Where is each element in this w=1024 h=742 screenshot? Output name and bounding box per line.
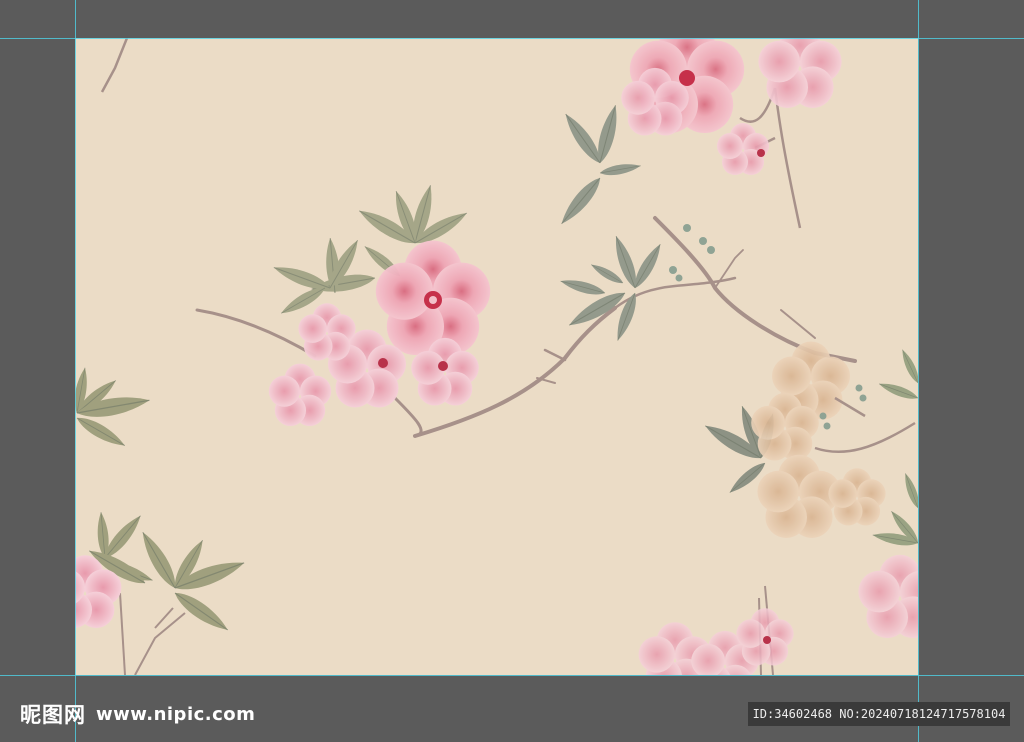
artboard-floral-pattern[interactable] [75,38,918,675]
guide-line-bottom[interactable] [0,675,1024,676]
watermark-logo-text: 昵图网 [20,703,86,727]
image-id-text: ID:34602468 NO:20240718124717578104 [752,707,1006,721]
leaf-sprig-left-upper [75,366,152,452]
pink-blossom-cluster-center [268,240,491,426]
beige-blossom-cluster-right [700,341,918,538]
twig-top-left [100,38,129,93]
editor-workspace [0,0,1024,742]
floral-illustration [75,38,918,675]
berries-center [669,224,715,282]
guide-line-left[interactable] [75,0,76,742]
watermark-url: www.nipic.com [96,703,256,725]
guide-line-right[interactable] [918,0,919,742]
site-watermark: 昵图网 www.nipic.com [20,700,255,728]
image-id-badge: ID:34602468 NO:20240718124717578104 [748,702,1010,726]
guide-line-top[interactable] [0,38,1024,39]
leaf-cluster-mid-right [555,102,666,343]
pink-blossom-cluster-top-right [621,38,842,229]
leaf-sprig-bottom-left [75,511,248,675]
